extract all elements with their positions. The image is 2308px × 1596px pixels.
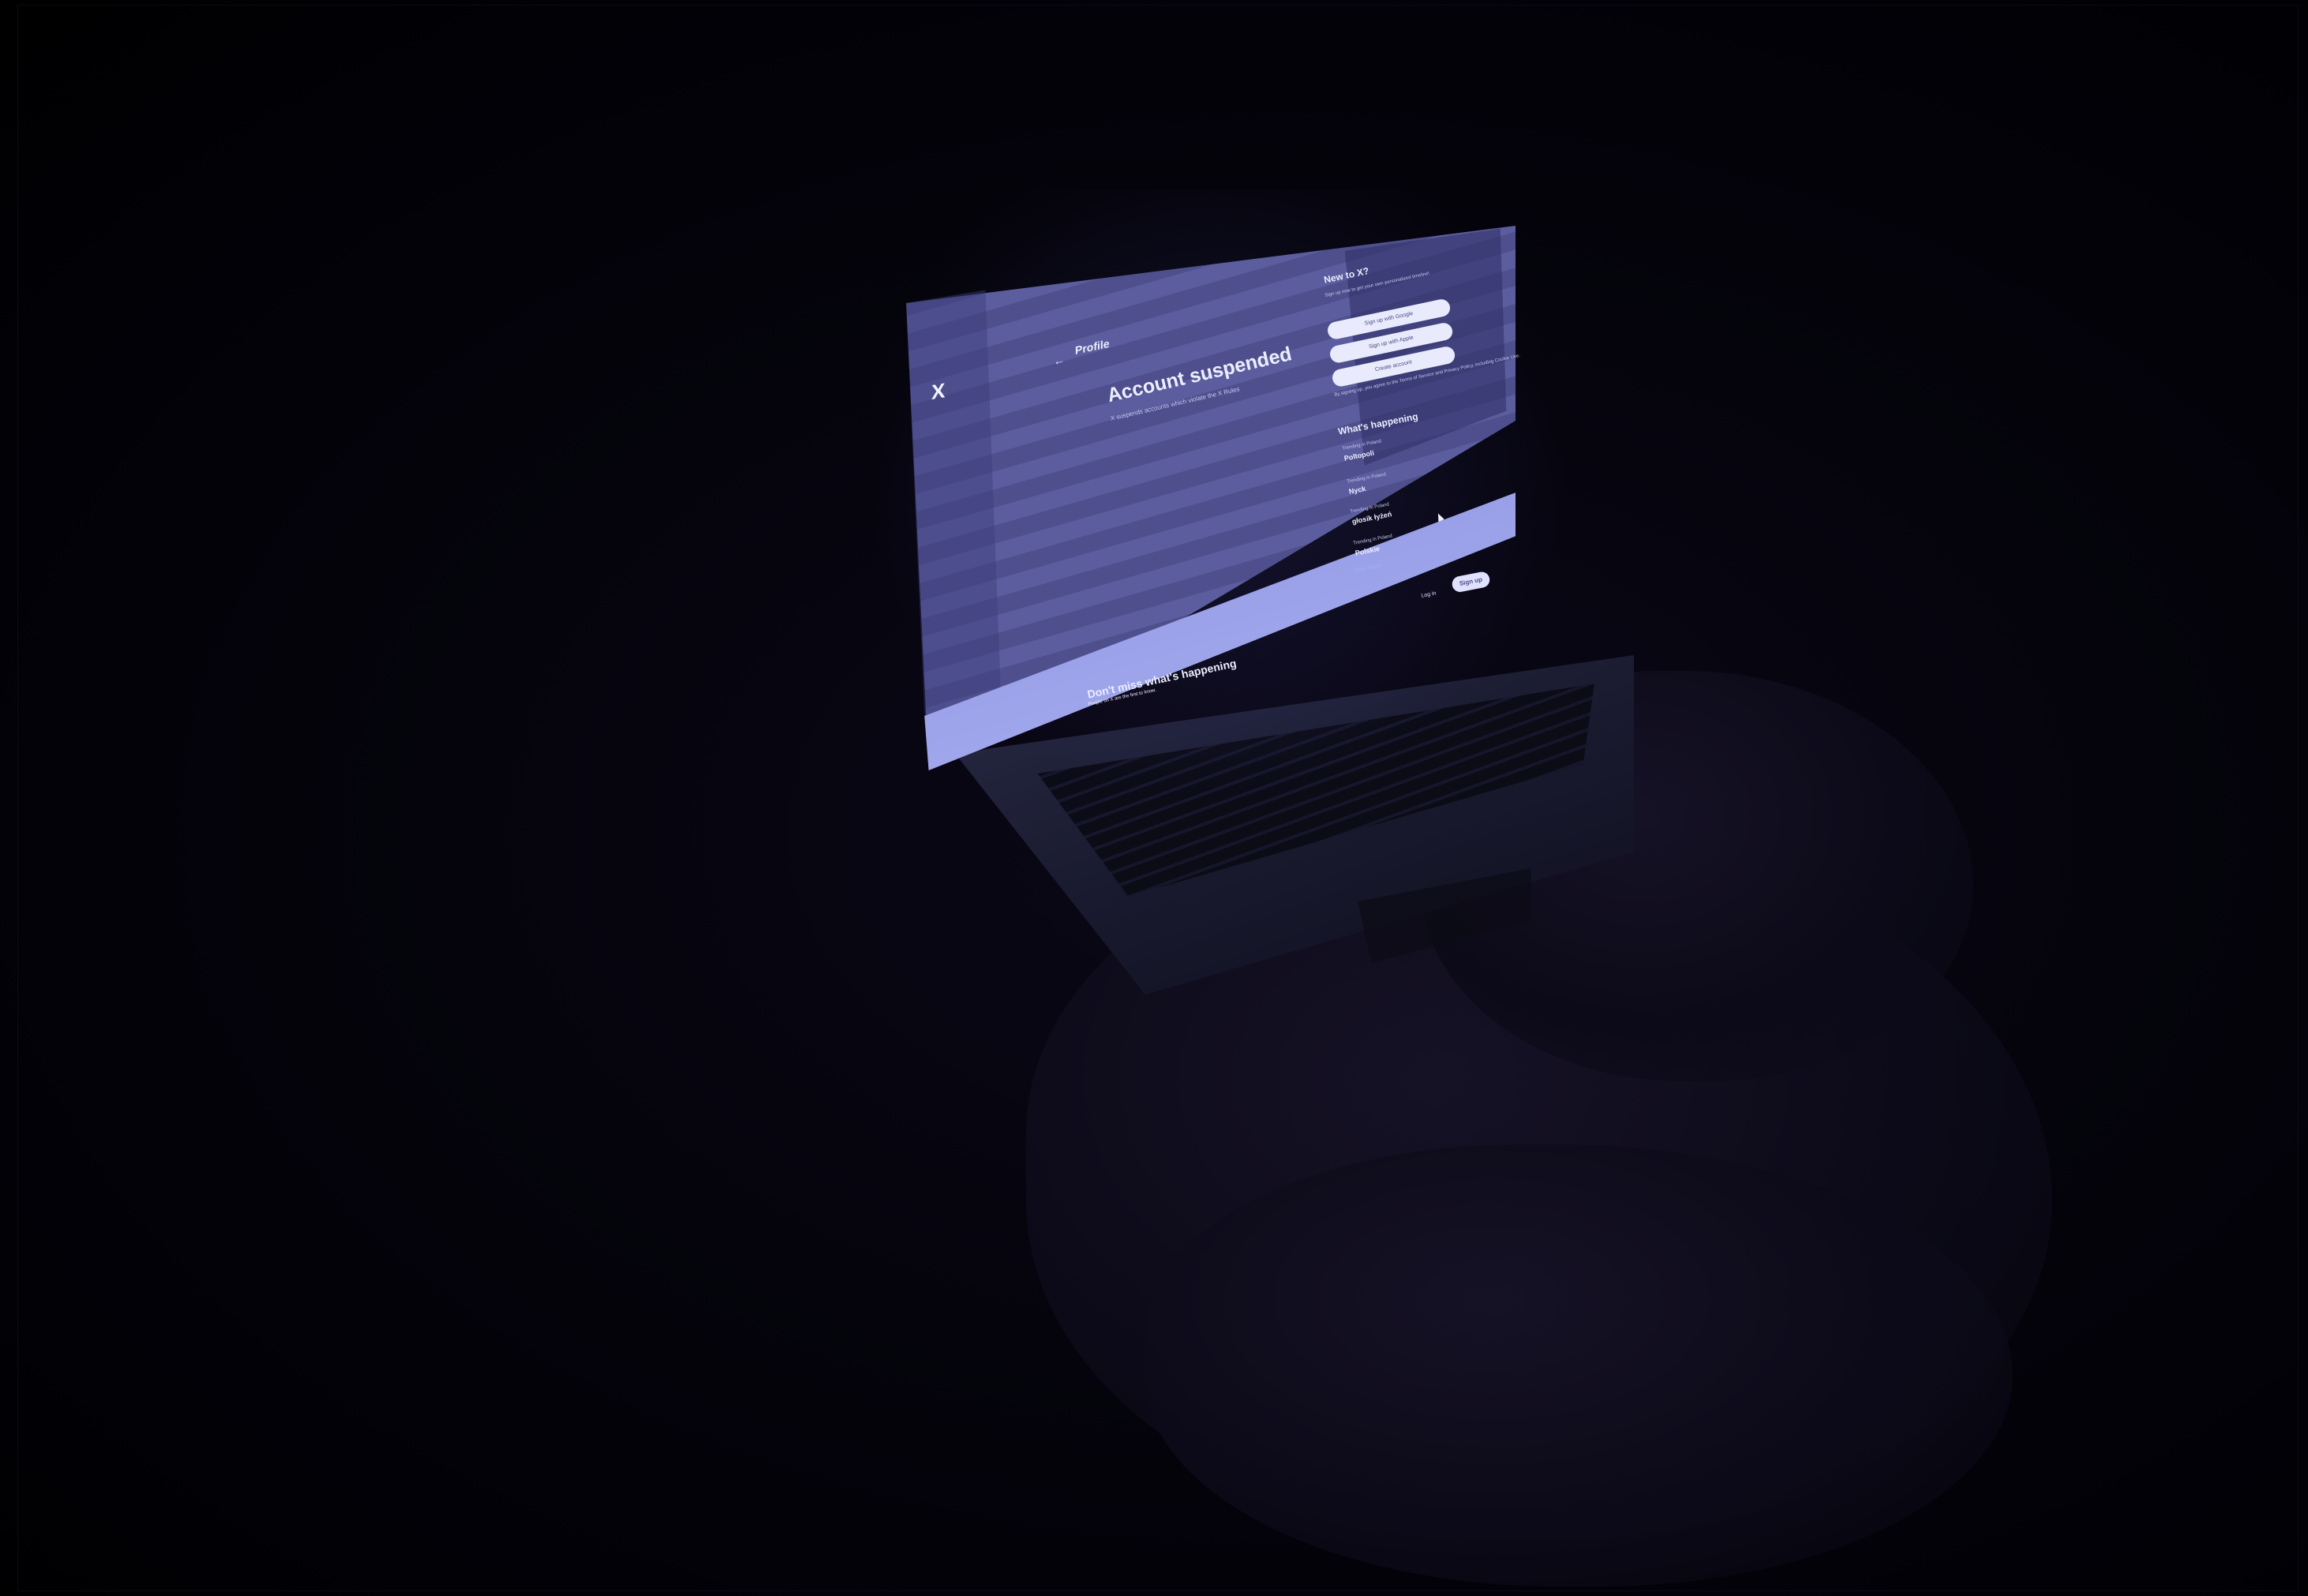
photo-background: X ← Profile Account suspended X suspends… <box>0 0 2308 1596</box>
back-arrow-icon[interactable]: ← <box>1054 353 1065 368</box>
x-logo-icon[interactable]: X <box>931 378 945 405</box>
laptop-screen-area: X ← Profile Account suspended X suspends… <box>0 0 2308 1596</box>
